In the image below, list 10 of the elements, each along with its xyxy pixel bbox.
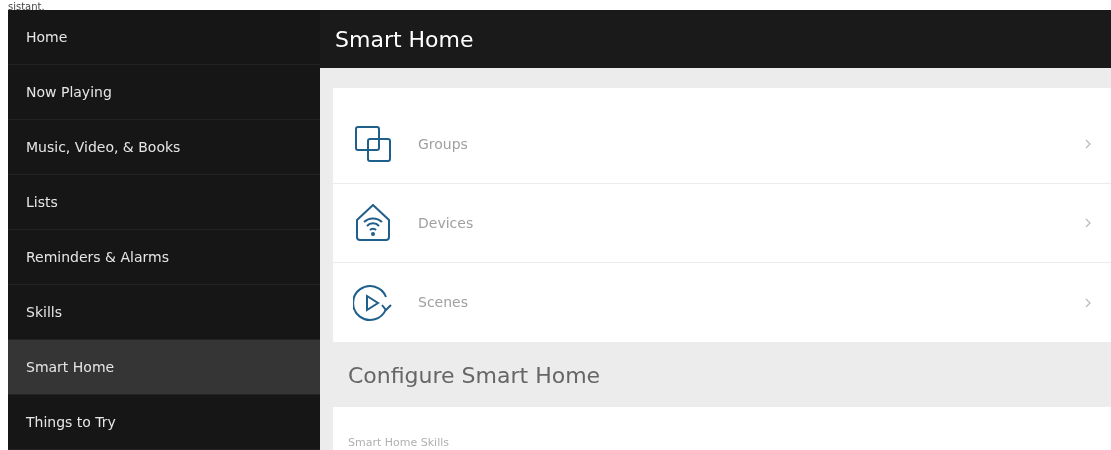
- overlapping-squares-icon: [355, 126, 391, 162]
- section-title: Configure Smart Home: [348, 361, 601, 390]
- caption-text: sistant.: [8, 1, 45, 10]
- chevron-icon: [1085, 218, 1091, 228]
- chevron-icon: [1085, 139, 1091, 149]
- chevron-icon: [1085, 297, 1091, 308]
- sidebar-item[interactable]: Smart Home: [8, 340, 320, 395]
- page-title: Smart Home: [335, 25, 474, 54]
- house-wifi-icon: [355, 204, 391, 242]
- circular-play-icon: [353, 283, 393, 322]
